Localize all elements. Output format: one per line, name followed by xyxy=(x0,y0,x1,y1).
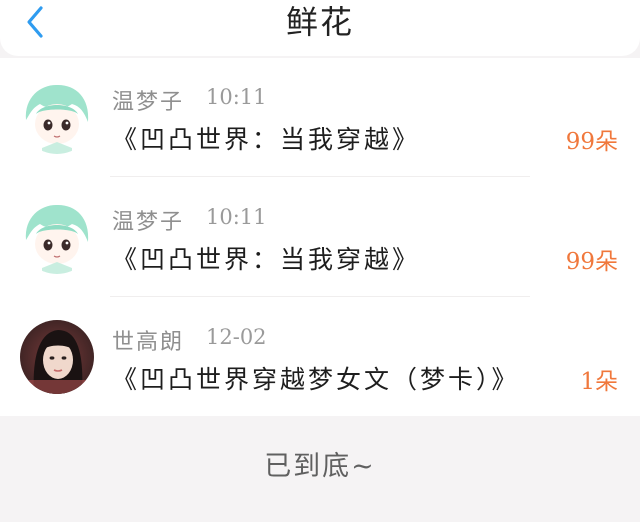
send-time: 10:11 xyxy=(206,85,267,109)
divider xyxy=(110,176,530,177)
divider xyxy=(110,296,530,297)
flower-count: 99朵 xyxy=(565,129,618,155)
page-title: 鲜花 xyxy=(285,3,354,41)
avatar[interactable] xyxy=(20,320,94,394)
anime-green-hair-avatar-icon xyxy=(20,200,94,274)
end-of-list-text: 已到底~ xyxy=(264,450,376,482)
avatar[interactable] xyxy=(20,200,94,274)
header-bar: 鲜花 xyxy=(0,0,640,56)
sender-name: 温梦子 xyxy=(112,90,185,115)
sender-name: 世高朗 xyxy=(112,330,185,355)
send-time: 10:11 xyxy=(206,205,267,229)
flower-count: 1朵 xyxy=(580,369,618,395)
sender-name: 温梦子 xyxy=(112,210,185,235)
end-of-list: 已到底~ xyxy=(0,416,640,522)
list-item[interactable]: 世高朗 12-02 《凹凸世界穿越梦女文（梦卡）》 1朵 xyxy=(0,298,640,418)
send-time: 12-02 xyxy=(206,325,267,349)
avatar[interactable] xyxy=(20,80,94,154)
list-item[interactable]: 温梦子 10:11 《凹凸世界：当我穿越》 99朵 xyxy=(0,58,640,178)
flower-count: 99朵 xyxy=(565,249,618,275)
flower-gift-list: 温梦子 10:11 《凹凸世界：当我穿越》 99朵 温梦子 10:11 《凹凸世… xyxy=(0,58,640,416)
photo-avatar-icon xyxy=(20,320,94,394)
book-title: 《凹凸世界：当我穿越》 xyxy=(112,245,421,274)
anime-green-hair-avatar-icon xyxy=(20,80,94,154)
book-title: 《凹凸世界：当我穿越》 xyxy=(112,125,421,154)
list-item[interactable]: 温梦子 10:11 《凹凸世界：当我穿越》 99朵 xyxy=(0,178,640,298)
book-title: 《凹凸世界穿越梦女文（梦卡）》 xyxy=(112,365,520,394)
